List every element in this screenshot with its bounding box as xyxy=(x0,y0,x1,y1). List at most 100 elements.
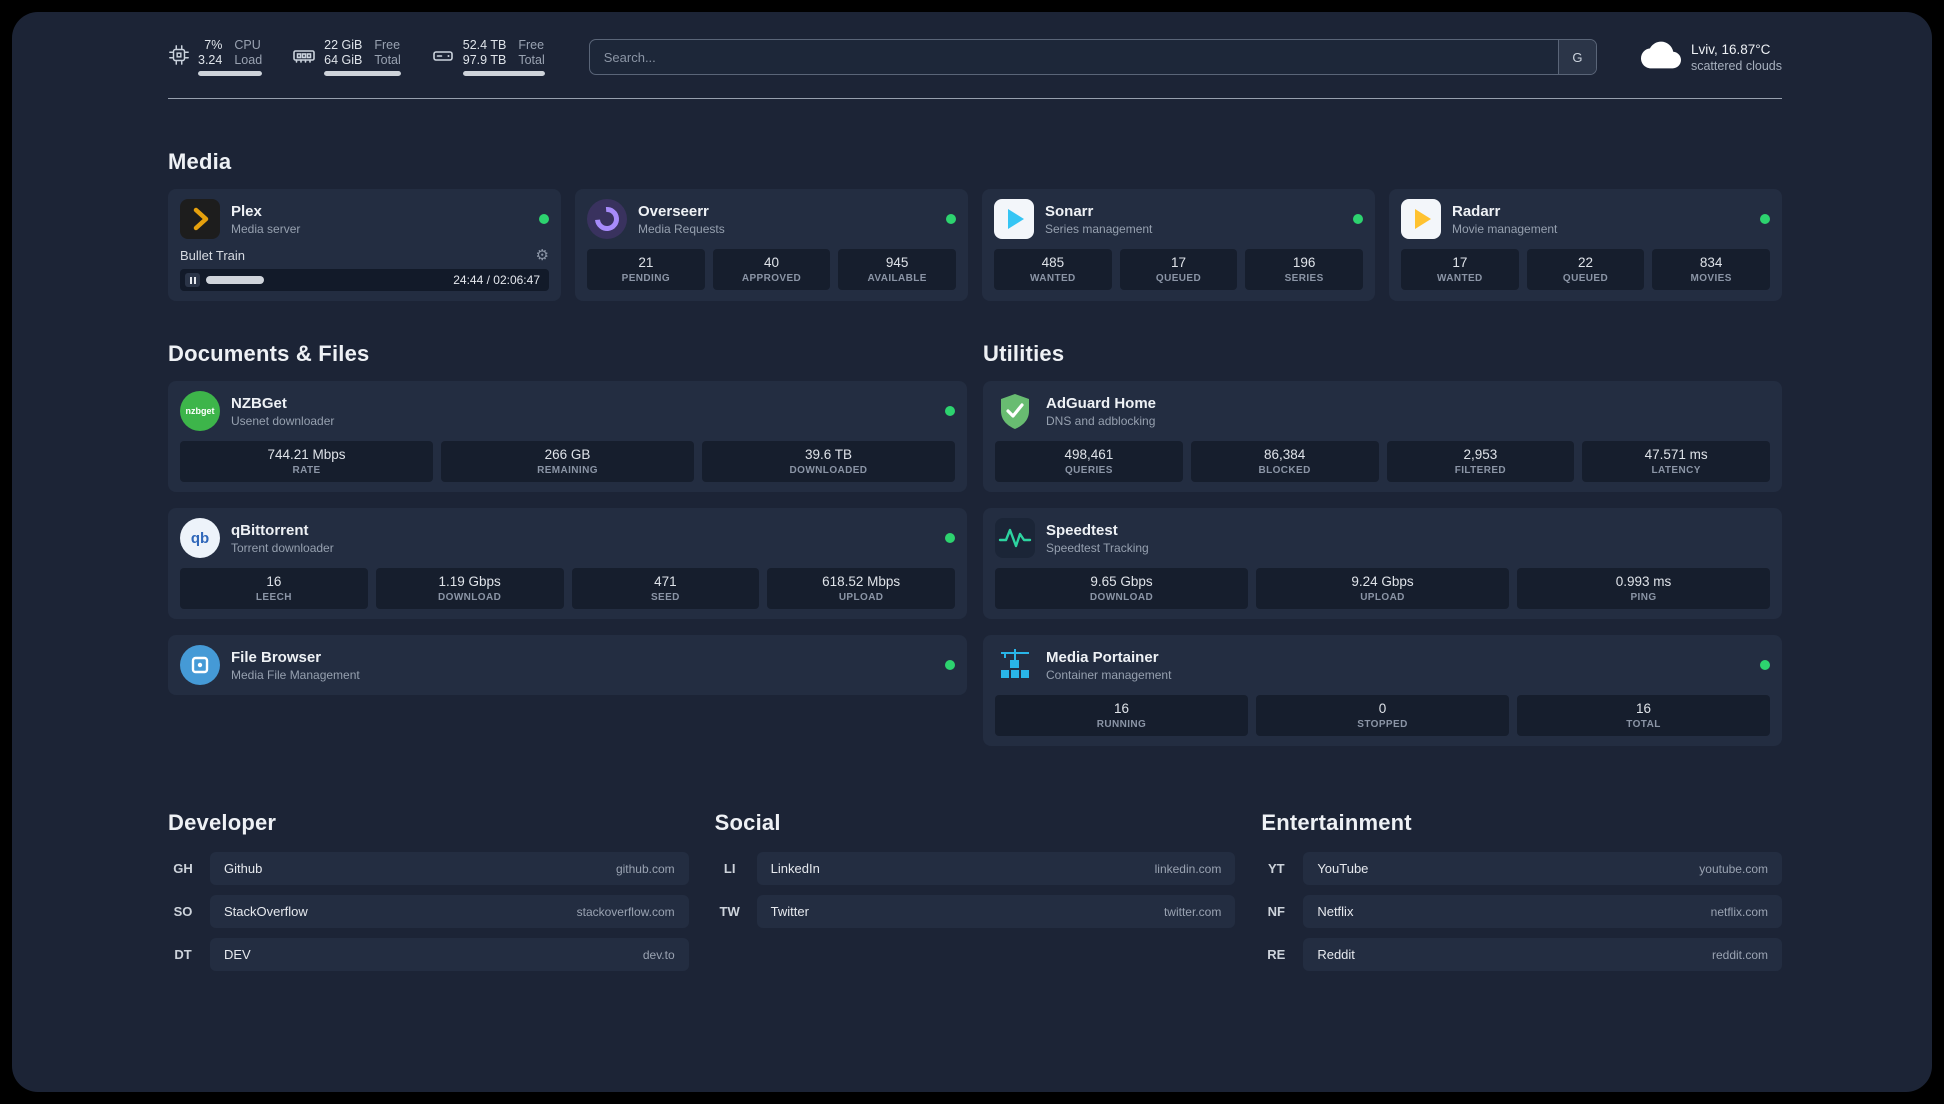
stat-value: 266 GB xyxy=(544,447,591,462)
service-description: Series management xyxy=(1045,221,1153,236)
bookmark-domain: dev.to xyxy=(642,947,675,962)
dashboard-panel: 7% CPU 3.24 Load 22 GiB Free 64 GiB Tota… xyxy=(12,12,1932,1092)
service-name: AdGuard Home xyxy=(1046,394,1157,412)
search-provider-button[interactable]: G xyxy=(1557,40,1596,74)
disk-widget: 52.4 TB Free 97.9 TB Total xyxy=(431,38,545,76)
card-nzbget: nzbget NZBGet Usenet downloader 744.21 M… xyxy=(168,381,967,492)
bookmark-link-youtube[interactable]: YouTube youtube.com xyxy=(1303,852,1782,885)
service-filebrowser[interactable]: File Browser Media File Management xyxy=(180,645,955,685)
stat-value: 471 xyxy=(654,574,677,589)
bookmark-link-stackoverflow[interactable]: StackOverflow stackoverflow.com xyxy=(210,895,689,928)
stat-latency: 47.571 ms LATENCY xyxy=(1582,441,1770,482)
stat-label: QUEUED xyxy=(1562,273,1609,284)
memory-icon xyxy=(292,44,316,68)
service-speedtest[interactable]: Speedtest Speedtest Tracking xyxy=(995,518,1770,558)
stat-label: RUNNING xyxy=(1096,719,1147,730)
search-bar: G xyxy=(588,39,1597,75)
service-name: Plex xyxy=(231,202,262,220)
stat-available: 945 AVAILABLE xyxy=(838,249,956,290)
bookmark-link-twitter[interactable]: Twitter twitter.com xyxy=(756,895,1236,928)
bookmark-link-netflix[interactable]: Netflix netflix.com xyxy=(1303,895,1782,928)
section-title-documents: Documents & Files xyxy=(168,341,370,366)
weather-condition: scattered clouds xyxy=(1690,58,1782,73)
stat-label: SERIES xyxy=(1284,273,1324,284)
stat-label: AVAILABLE xyxy=(867,273,927,284)
stat-queued: 17 QUEUED xyxy=(1119,249,1238,290)
portainer-icon xyxy=(995,645,1035,685)
stat-leech: 16 LEECH xyxy=(180,568,368,609)
player-settings-icon[interactable]: ⚙ xyxy=(536,248,549,263)
stat-label: QUEUED xyxy=(1155,273,1202,284)
resource-widgets: 7% CPU 3.24 Load 22 GiB Free 64 GiB Tota… xyxy=(168,38,545,76)
section-developer: Developer GH Github github.com SO StackO… xyxy=(168,810,689,971)
stat-label: TOTAL xyxy=(1626,719,1661,730)
service-description: Media Requests xyxy=(638,221,725,236)
service-description: DNS and adblocking xyxy=(1046,413,1156,428)
stat-value: 47.571 ms xyxy=(1644,447,1708,462)
adguard-icon xyxy=(995,391,1035,431)
stat-value: 945 xyxy=(885,255,909,270)
stat-value: 16 xyxy=(1635,701,1652,716)
stat-label: PENDING xyxy=(621,273,671,284)
stat-value: 86,384 xyxy=(1263,447,1306,462)
section-title-media: Media xyxy=(168,149,232,174)
cloud-icon xyxy=(1640,40,1681,75)
radarr-icon xyxy=(1401,199,1441,239)
stat-label: RATE xyxy=(292,465,321,476)
pause-button[interactable] xyxy=(185,273,200,287)
service-name: NZBGet xyxy=(231,394,287,412)
service-overseerr[interactable]: Overseerr Media Requests xyxy=(587,199,956,239)
service-adguard[interactable]: AdGuard Home DNS and adblocking xyxy=(995,391,1770,431)
stat-value: 17 xyxy=(1452,255,1468,270)
stat-upload: 9.24 Gbps UPLOAD xyxy=(1256,568,1509,609)
stat-value: 39.6 TB xyxy=(804,447,853,462)
stat-value: 9.65 Gbps xyxy=(1090,574,1153,589)
stat-queued: 22 QUEUED xyxy=(1526,249,1645,290)
player-seek-bar[interactable]: 24:44 / 02:06:47 xyxy=(180,269,549,291)
bookmark-link-github[interactable]: Github github.com xyxy=(210,852,689,885)
cpu-load-value: 3.24 xyxy=(198,53,223,67)
status-dot xyxy=(945,406,955,416)
weather-location: Lviv, 16.87°C xyxy=(1690,41,1771,57)
stat-label: FILTERED xyxy=(1454,465,1507,476)
bookmark-abbr: DT xyxy=(174,947,192,962)
overseerr-icon xyxy=(587,199,627,239)
stat-download: 1.19 Gbps DOWNLOAD xyxy=(375,568,564,609)
disk-free-value: 52.4 TB xyxy=(462,38,507,52)
stat-value: 16 xyxy=(266,574,282,589)
service-sonarr[interactable]: Sonarr Series management xyxy=(994,199,1363,239)
plex-icon xyxy=(180,199,220,239)
stat-value: 0 xyxy=(1378,701,1387,716)
bookmark-domain: linkedin.com xyxy=(1154,861,1222,876)
bookmark-github: GH Github github.com xyxy=(168,852,689,885)
bookmark-abbr: RE xyxy=(1267,947,1286,962)
bookmark-name: Github xyxy=(224,861,263,876)
stat-value: 21 xyxy=(638,255,654,270)
memory-progress-bar xyxy=(324,71,401,76)
service-qbittorrent[interactable]: qb qBittorrent Torrent downloader xyxy=(180,518,955,558)
stat-rate: 744.21 Mbps RATE xyxy=(180,441,433,482)
stat-value: 16 xyxy=(1113,701,1130,716)
filebrowser-icon xyxy=(180,645,220,685)
bookmark-name: DEV xyxy=(224,947,251,962)
search-input[interactable] xyxy=(589,40,1558,74)
bookmark-domain: stackoverflow.com xyxy=(576,904,675,919)
service-nzbget[interactable]: nzbget NZBGet Usenet downloader xyxy=(180,391,955,431)
bookmark-domain: netflix.com xyxy=(1710,904,1768,919)
card-overseerr: Overseerr Media Requests 21 PENDING 40 A… xyxy=(575,189,968,301)
card-adguard: AdGuard Home DNS and adblocking 498,461 … xyxy=(983,381,1782,492)
service-radarr[interactable]: Radarr Movie management xyxy=(1401,199,1770,239)
top-bar: 7% CPU 3.24 Load 22 GiB Free 64 GiB Tota… xyxy=(168,38,1782,76)
stat-upload: 618.52 Mbps UPLOAD xyxy=(767,568,955,609)
service-portainer[interactable]: Media Portainer Container management xyxy=(995,645,1770,685)
bookmark-link-dev[interactable]: DEV dev.to xyxy=(210,938,689,971)
stat-blocked: 86,384 BLOCKED xyxy=(1190,441,1379,482)
memory-free-label: Free xyxy=(374,38,401,52)
service-plex[interactable]: Plex Media server xyxy=(180,199,549,239)
service-name: Overseerr xyxy=(638,202,709,220)
stat-value: 0.993 ms xyxy=(1615,574,1672,589)
bookmark-dev: DT DEV dev.to xyxy=(168,938,689,971)
disk-total-value: 97.9 TB xyxy=(462,53,507,67)
bookmark-link-linkedin[interactable]: LinkedIn linkedin.com xyxy=(756,852,1236,885)
bookmark-link-reddit[interactable]: Reddit reddit.com xyxy=(1303,938,1782,971)
